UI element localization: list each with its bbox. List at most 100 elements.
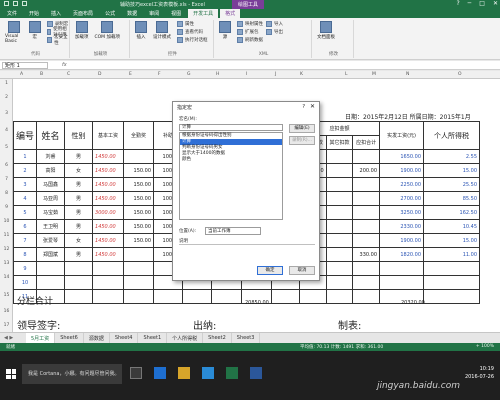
cell-sex[interactable]: 女 [64,163,94,178]
undo-icon[interactable] [13,1,18,6]
tab-insert[interactable]: 插入 [46,9,66,18]
help-button[interactable]: ? [456,0,459,7]
cell-deduct-a[interactable] [299,289,327,304]
cell-deduct-total[interactable] [352,289,381,304]
cell-sex[interactable]: 男 [64,191,94,206]
cell-actual[interactable]: 2700.00 [379,191,425,206]
cell-tax[interactable]: 85.50 [423,191,481,206]
edit-button[interactable]: 编辑(E) [289,124,315,133]
cell-sex[interactable]: 男 [64,247,94,262]
cell-name[interactable]: 刘睿 [36,149,66,164]
cell-base[interactable] [92,261,125,276]
cortana-search[interactable]: 我是 Cortana，小娜。有问题尽管问我。 [22,364,122,384]
cell-actual[interactable]: 1900.00 [379,233,425,248]
tab-home[interactable]: 开始 [24,9,44,18]
row-header[interactable]: 2 [0,95,13,100]
cell-base[interactable]: 1450.00 [92,191,125,206]
cell-deduct-b[interactable] [325,149,354,164]
cell-deduct-b[interactable] [325,205,354,220]
cell-base[interactable]: 1450.00 [92,163,125,178]
cell-no[interactable]: 5 [13,205,38,220]
word-icon[interactable] [250,367,262,379]
description-box[interactable] [179,244,315,252]
cell-deduct-total[interactable] [352,177,381,192]
cell-no[interactable]: 8 [13,247,38,262]
cell-full[interactable] [123,247,155,262]
cell-no[interactable]: 3 [13,177,38,192]
row-header[interactable]: 4 [0,128,13,133]
cell-no[interactable]: 7 [13,233,38,248]
column-header[interactable]: C [67,72,70,77]
cell-name[interactable] [36,275,66,290]
header-deduct-total[interactable]: 应扣合计 [352,135,381,150]
tab-developer[interactable]: 开发工具 [188,9,219,18]
row-header[interactable]: 17 [0,323,13,328]
row-header[interactable]: 8 [0,191,13,196]
cell-sex[interactable]: 男 [64,149,94,164]
cell-subsidy[interactable] [153,289,184,304]
cell-deduct-total[interactable] [352,219,381,234]
cell-deduct-total[interactable] [352,261,381,276]
row-header[interactable]: 3 [0,111,13,116]
cell-no[interactable]: 10 [13,275,38,290]
cell-sex[interactable]: 男 [64,219,94,234]
column-header[interactable]: A [20,72,23,77]
header-no[interactable]: 编号 [13,121,38,150]
header-full[interactable]: 全勤奖 [123,121,155,150]
cell-deduct-total[interactable]: 330.00 [352,247,381,262]
column-header[interactable]: H [216,72,219,77]
document-panel-button[interactable]: 文档面板 [317,21,335,40]
cell-actual[interactable]: 2330.00 [379,219,425,234]
header-name[interactable]: 姓名 [36,121,66,150]
ok-button[interactable]: 确定 [257,266,283,275]
cell-base[interactable]: 3000.00 [92,205,125,220]
cell-deduct-b[interactable] [325,289,354,304]
redo-icon[interactable] [22,1,27,6]
header-sex[interactable]: 性别 [64,121,94,150]
zoom-level[interactable]: + 100% [476,344,494,349]
edge-icon[interactable] [154,367,166,379]
cell-tax[interactable]: 162.50 [423,205,481,220]
cell-full[interactable]: 150.00 [123,177,155,192]
column-header[interactable]: I [246,72,247,77]
cell-tax[interactable]: 15.00 [423,233,481,248]
tab-view[interactable]: 视图 [166,9,186,18]
row-header[interactable]: 6 [0,163,13,168]
macro-list-item[interactable]: 颜色 [180,157,282,163]
cell-name[interactable]: 王卫明 [36,219,66,234]
column-header[interactable]: M [372,72,376,77]
task-view-icon[interactable] [130,367,142,379]
cell-base[interactable] [92,275,125,290]
cell-deduct-b[interactable] [325,233,354,248]
cell-sex[interactable]: 女 [64,233,94,248]
cancel-button[interactable]: 取消 [289,266,315,275]
store-icon[interactable] [202,367,214,379]
maximize-button[interactable]: □ [479,0,485,7]
row-header[interactable]: 9 [0,205,13,210]
column-header[interactable]: G [187,72,191,77]
cell-name[interactable]: 张爱琴 [36,233,66,248]
cell-name[interactable] [36,261,66,276]
cell-actual[interactable] [379,261,425,276]
row-header[interactable]: 10 [0,219,13,224]
cell-tax[interactable]: 11.00 [423,247,481,262]
header-deduct-b[interactable]: 其它扣款 [325,135,354,150]
cell-deduct-total[interactable] [352,275,381,290]
row-header[interactable]: 7 [0,177,13,182]
refresh-data-button[interactable]: 刷新数据 [237,36,263,44]
column-header[interactable]: D [98,72,101,77]
sheet-nav-arrows[interactable]: ◀ ▶ [4,335,13,341]
dialog-close-button[interactable]: ✕ [310,103,315,110]
cell-deduct-b[interactable] [325,261,354,276]
row-header[interactable]: 14 [0,275,13,280]
column-header[interactable]: L [345,72,348,77]
cell-sex[interactable]: 男 [64,177,94,192]
tab-formulas[interactable]: 公式 [100,9,120,18]
save-icon[interactable] [4,1,9,6]
column-header[interactable]: B [40,72,43,77]
clock[interactable]: 10:19 2016-07-26 [465,365,494,381]
cell-full[interactable]: 150.00 [123,205,155,220]
cell-deduct-b[interactable] [325,247,354,262]
blank-cell[interactable] [182,289,213,304]
cell-deduct-b[interactable] [325,275,354,290]
